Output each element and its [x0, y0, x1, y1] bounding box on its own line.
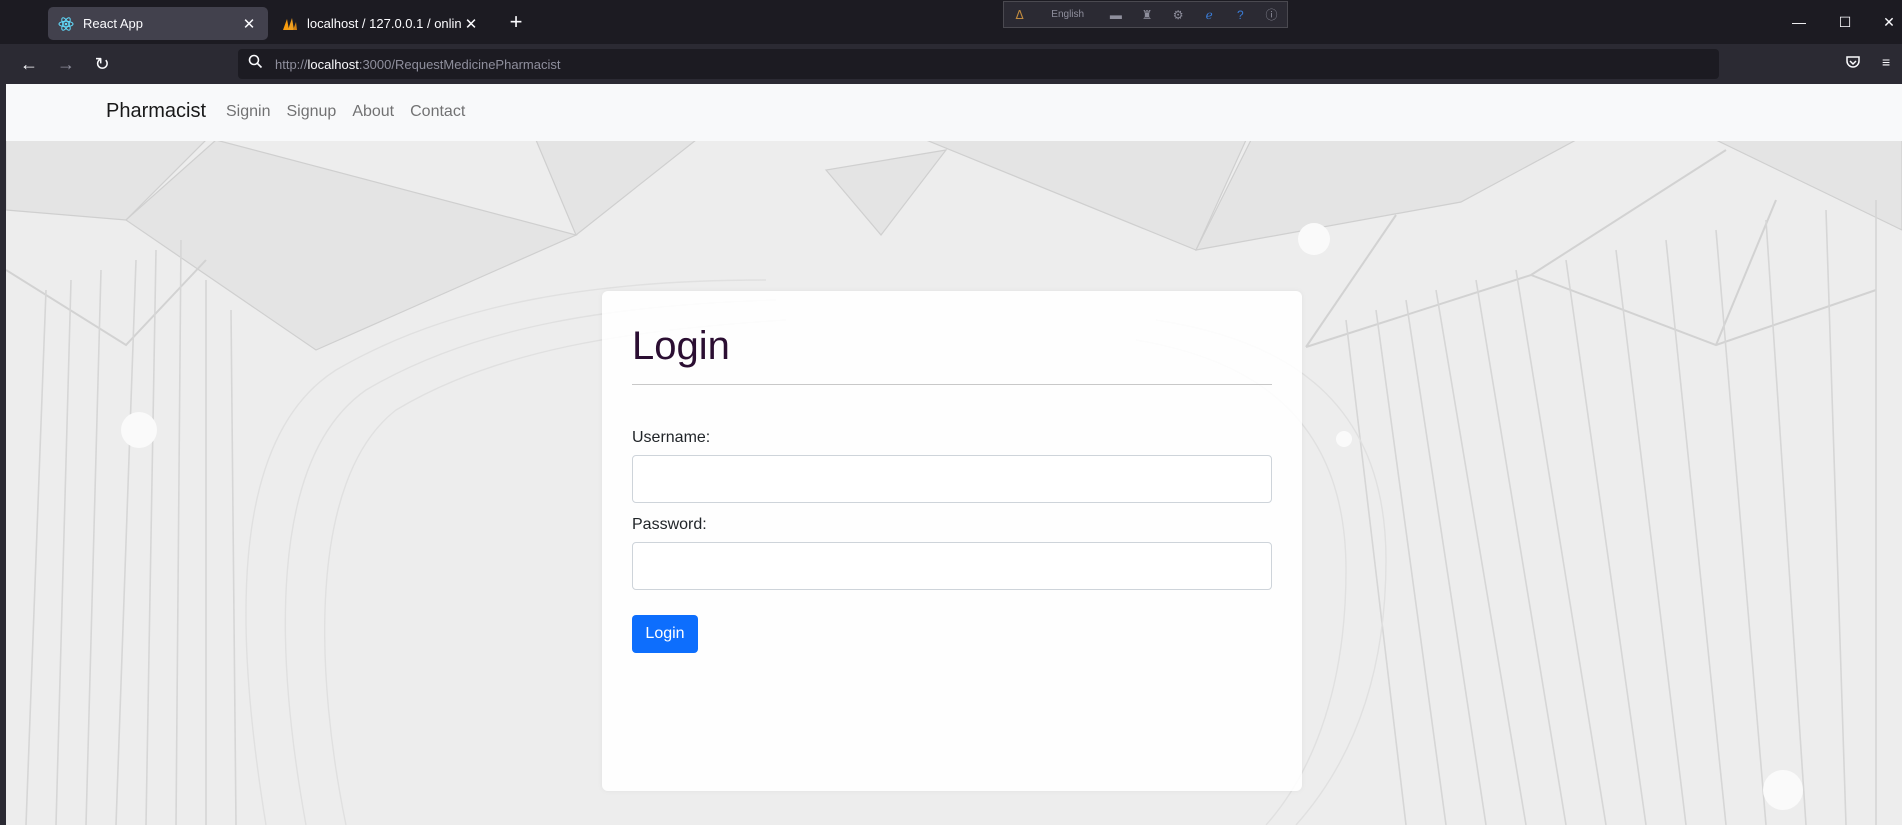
extension-toolbar: ᐃ English ▬ ♜ ⚙ ℯ ? ⓘ [1003, 1, 1288, 28]
info-icon[interactable]: ⓘ [1264, 7, 1279, 23]
login-heading: Login [632, 324, 730, 368]
nav-link-contact[interactable]: Contact [410, 103, 465, 121]
tab-title: localhost / 127.0.0.1 / online_ph [307, 16, 462, 31]
nav-link-signin[interactable]: Signin [226, 103, 270, 121]
search-icon [248, 54, 263, 74]
login-card: Login Username: Password: Login [602, 291, 1302, 791]
nav-link-signup[interactable]: Signup [286, 103, 336, 121]
tab-close-icon[interactable]: ✕ [240, 15, 258, 33]
url-text: http://localhost:3000/RequestMedicinePha… [275, 57, 560, 72]
tab-phpmyadmin[interactable]: localhost / 127.0.0.1 / online_ph ✕ [272, 7, 490, 40]
url-path: :3000/RequestMedicinePharmacist [358, 56, 561, 72]
forward-arrow-icon[interactable]: → [53, 51, 79, 77]
react-icon [58, 16, 74, 32]
navigation-bar: ← → ↻ http://localhost:3000/RequestMedic… [0, 44, 1902, 84]
maximize-button[interactable]: ☐ [1822, 8, 1868, 36]
language-select[interactable]: English [1043, 9, 1092, 20]
gear-icon[interactable]: ⚙ [1171, 7, 1186, 23]
nav-links: Signin Signup About Contact [226, 103, 465, 121]
brand-logo[interactable]: Pharmacist [106, 100, 206, 123]
new-tab-button[interactable]: + [505, 9, 527, 37]
back-arrow-icon[interactable]: ← [16, 51, 42, 77]
heading-divider [632, 384, 1272, 385]
phpmyadmin-icon [282, 16, 298, 32]
password-label: Password: [632, 516, 707, 533]
username-input[interactable] [632, 455, 1272, 503]
pocket-icon[interactable] [1845, 54, 1861, 73]
reload-icon[interactable]: ↻ [89, 51, 115, 77]
ie-icon[interactable]: ℯ [1202, 7, 1217, 23]
hat-icon[interactable]: ▬ [1108, 7, 1123, 23]
tab-strip: React App ✕ localhost / 127.0.0.1 / onli… [0, 0, 1902, 44]
help-icon[interactable]: ? [1233, 7, 1248, 23]
password-input[interactable] [632, 542, 1272, 590]
menu-icon[interactable]: ≡ [1882, 54, 1890, 70]
login-button[interactable]: Login [632, 615, 698, 653]
page-viewport: Pharmacist Signin Signup About Contact L… [6, 84, 1902, 825]
tab-react-app[interactable]: React App ✕ [48, 7, 268, 40]
close-window-button[interactable]: ✕ [1866, 8, 1902, 36]
site-navbar: Pharmacist Signin Signup About Contact [6, 84, 1902, 141]
username-label: Username: [632, 429, 711, 446]
minimize-button[interactable]: — [1776, 8, 1822, 36]
tab-title: React App [83, 16, 143, 31]
url-host: localhost [307, 56, 359, 72]
bottle-icon[interactable]: ♜ [1139, 7, 1154, 23]
translate-icon[interactable]: ᐃ [1012, 7, 1027, 23]
tab-close-icon[interactable]: ✕ [462, 15, 480, 33]
nav-link-about[interactable]: About [352, 103, 394, 121]
url-bar[interactable]: http://localhost:3000/RequestMedicinePha… [238, 49, 1719, 79]
url-prefix: http:// [275, 56, 308, 72]
